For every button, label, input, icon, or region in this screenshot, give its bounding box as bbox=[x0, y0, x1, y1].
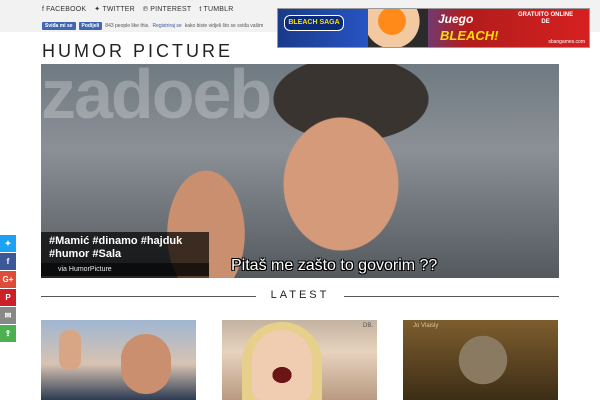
twitter-icon: ✦ bbox=[94, 6, 101, 13]
ad-headline-3: BLEACH! bbox=[440, 28, 499, 43]
twitter-link-label: TWITTER bbox=[102, 5, 135, 13]
latest-post-thumbnail[interactable] bbox=[41, 320, 196, 400]
tumblr-icon: t bbox=[199, 5, 202, 13]
fb-like-count: 843 people like this. bbox=[105, 23, 150, 29]
thumbnail-face bbox=[252, 330, 312, 400]
more-share-button[interactable]: ⇪ bbox=[0, 325, 16, 342]
twitter-link[interactable]: ✦ TWITTER bbox=[94, 5, 135, 14]
thumbnail-watermark: DB. bbox=[362, 323, 373, 329]
facebook-like-widget: Sviđa mi se Podijeli 843 people like thi… bbox=[42, 22, 263, 30]
pinterest-icon: ℗ bbox=[142, 5, 149, 13]
banner-ad[interactable]: BLEACH SAGA Juego GRATUITO ONLINE DE BLEA… bbox=[277, 8, 590, 48]
facebook-share-button[interactable]: f bbox=[0, 253, 16, 270]
featured-post-via: via HumorPicture bbox=[41, 263, 209, 278]
latest-section-header: LATEST bbox=[41, 289, 559, 303]
ad-headline-2a: GRATUITO ONLINE bbox=[518, 12, 574, 18]
facebook-link[interactable]: f FACEBOOK bbox=[42, 5, 86, 13]
featured-post-image[interactable]: zadoeb #Mamić #dinamo #hajduk #humor #Sa… bbox=[41, 64, 559, 278]
divider-right bbox=[344, 296, 559, 297]
fb-tail-text: kako biste vidjeli što se sviđa vašim bbox=[184, 23, 264, 29]
share-sidebar: ✦ f G+ P ✉ ⇪ bbox=[0, 235, 16, 343]
social-links: f FACEBOOK ✦ TWITTER ℗ PINTEREST t TUMBLR bbox=[42, 5, 233, 14]
latest-label: LATEST bbox=[270, 289, 330, 301]
fb-like-button[interactable]: Sviđa mi se bbox=[42, 22, 76, 30]
facebook-icon: f bbox=[42, 5, 45, 13]
email-share-button[interactable]: ✉ bbox=[0, 307, 16, 324]
googleplus-share-button[interactable]: G+ bbox=[0, 271, 16, 288]
ad-headline-2: GRATUITO ONLINE DE bbox=[518, 12, 573, 26]
twitter-share-button[interactable]: ✦ bbox=[0, 235, 16, 252]
ad-footer: sbangames.com bbox=[548, 39, 585, 45]
pinterest-link-label: PINTEREST bbox=[150, 5, 192, 13]
tumblr-link[interactable]: t TUMBLR bbox=[199, 5, 233, 13]
facebook-link-label: FACEBOOK bbox=[46, 5, 87, 13]
ad-logo: BLEACH SAGA bbox=[284, 15, 344, 31]
hero-image-caption-text: Pitaš me zašto to govorim ?? bbox=[231, 257, 438, 274]
site-title[interactable]: HUMOR PICTURE bbox=[42, 41, 233, 62]
fb-share-button[interactable]: Podijeli bbox=[78, 22, 103, 30]
featured-post-tags[interactable]: #Mamić #dinamo #hajduk #humor #Sala bbox=[49, 235, 201, 261]
ad-character-image bbox=[368, 9, 428, 47]
ad-headline-2b: DE bbox=[541, 19, 550, 25]
latest-post-thumbnail[interactable]: DB. bbox=[222, 320, 377, 400]
thumbnail-signature: Jo Vlaisly bbox=[413, 323, 439, 329]
fb-register-link[interactable]: Registriraj se bbox=[153, 23, 182, 29]
tumblr-link-label: TUMBLR bbox=[203, 5, 234, 13]
pinterest-share-button[interactable]: P bbox=[0, 289, 16, 306]
pinterest-link[interactable]: ℗ PINTEREST bbox=[143, 5, 191, 13]
thumbnail-hand bbox=[59, 330, 81, 370]
ad-headline-1: Juego bbox=[438, 12, 474, 26]
hero-background-lettering: zadoeb bbox=[41, 64, 272, 133]
thumbnail-face bbox=[121, 334, 171, 394]
latest-post-thumbnail[interactable]: Jo Vlaisly bbox=[403, 320, 558, 400]
